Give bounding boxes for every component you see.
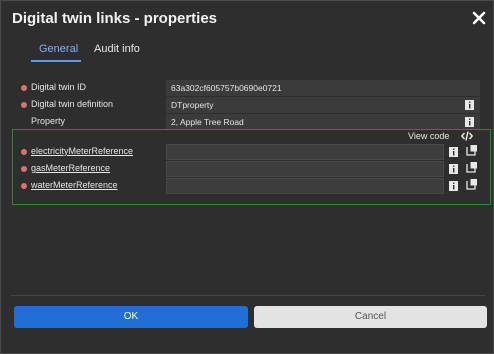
- field-row-property: Property 2, Apple Tree Road: [19, 114, 481, 130]
- info-icon[interactable]: [465, 117, 474, 127]
- tab-audit-info[interactable]: Audit info: [94, 43, 140, 55]
- view-code-link[interactable]: View code: [408, 131, 449, 141]
- required-indicator: [21, 166, 27, 172]
- reference-row-gas: gasMeterReference: [19, 161, 481, 177]
- dialog-titlebar: Digital twin links - properties: [1, 1, 494, 39]
- info-icon[interactable]: [449, 181, 458, 191]
- info-icon[interactable]: [449, 147, 458, 157]
- field-label: Digital twin definition: [31, 99, 114, 109]
- field-label: Digital twin ID: [31, 82, 87, 92]
- field-row-digital-twin-definition: Digital twin definition DTproperty: [19, 97, 481, 113]
- open-external-icon[interactable]: [466, 161, 478, 173]
- field-label: Property: [31, 116, 66, 126]
- dialog-title: Digital twin links - properties: [12, 10, 218, 27]
- field-row-digital-twin-id: Digital twin ID 63a302cf605757b0690e0721: [19, 80, 481, 96]
- water-meter-reference-input[interactable]: [166, 178, 444, 194]
- info-icon[interactable]: [465, 100, 474, 110]
- gas-meter-reference-link[interactable]: gasMeterReference: [31, 163, 110, 173]
- electricity-meter-reference-link[interactable]: electricityMeterReference: [31, 146, 133, 156]
- footer-divider: [11, 295, 485, 296]
- field-value: DTproperty: [171, 100, 214, 110]
- field-value: 2, Apple Tree Road: [171, 117, 244, 127]
- code-icon[interactable]: [461, 130, 473, 142]
- property-value: 2, Apple Tree Road: [166, 114, 480, 130]
- close-icon[interactable]: [471, 10, 487, 26]
- reference-row-electricity: electricityMeterReference: [19, 144, 481, 160]
- ok-button[interactable]: OK: [14, 306, 248, 328]
- digital-twin-definition-value: DTproperty: [166, 97, 480, 113]
- field-value: 63a302cf605757b0690e0721: [171, 83, 282, 93]
- open-external-icon[interactable]: [466, 178, 478, 190]
- digital-twin-id-value: 63a302cf605757b0690e0721: [166, 80, 480, 96]
- water-meter-reference-link[interactable]: waterMeterReference: [31, 180, 118, 190]
- required-indicator: [21, 85, 27, 91]
- required-indicator: [21, 149, 27, 155]
- required-indicator: [21, 183, 27, 189]
- properties-dialog: Digital twin links - properties General …: [0, 0, 494, 354]
- active-tab-indicator: [31, 60, 81, 62]
- gas-meter-reference-input[interactable]: [166, 161, 444, 177]
- required-indicator: [21, 102, 27, 108]
- reference-row-water: waterMeterReference: [19, 178, 481, 194]
- open-external-icon[interactable]: [466, 144, 478, 156]
- cancel-button[interactable]: Cancel: [254, 306, 487, 328]
- info-icon[interactable]: [449, 164, 458, 174]
- electricity-meter-reference-input[interactable]: [166, 144, 444, 160]
- tab-general[interactable]: General: [39, 43, 78, 55]
